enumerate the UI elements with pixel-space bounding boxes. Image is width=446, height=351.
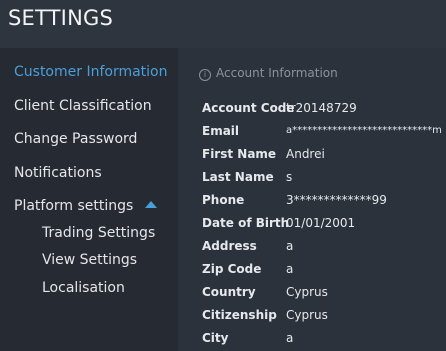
sidebar-item-notifications[interactable]: Notifications xyxy=(14,165,102,181)
field-label: Last Name xyxy=(202,170,274,184)
field-row-first-name: First Name Andrei xyxy=(202,147,446,167)
field-label: Account Code xyxy=(202,101,295,115)
field-value: 3*************99 xyxy=(286,193,387,207)
field-label: Email xyxy=(202,124,240,138)
field-label: Phone xyxy=(202,193,245,207)
field-value: 01/01/2001 xyxy=(286,216,356,230)
field-label: Zip Code xyxy=(202,262,262,276)
field-row-date-of-birth: Date of Birth 01/01/2001 xyxy=(202,216,446,236)
sidebar-item-label: Platform settings xyxy=(14,198,134,214)
field-label: Citizenship xyxy=(202,308,277,322)
field-row-city: City a xyxy=(202,331,446,351)
field-value: a xyxy=(286,331,294,345)
field-value: Cyprus xyxy=(286,285,328,299)
field-value: tr20148729 xyxy=(286,101,357,115)
sidebar-item-change-password[interactable]: Change Password xyxy=(14,131,137,147)
field-label: Country xyxy=(202,285,256,299)
field-row-citizenship: Citizenship Cyprus xyxy=(202,308,446,328)
field-row-email: Email a****************************m xyxy=(202,124,446,144)
field-row-account-code: Account Code tr20148729 xyxy=(202,101,446,121)
field-value: a xyxy=(286,262,294,276)
field-value: Cyprus xyxy=(286,308,328,322)
caret-up-icon xyxy=(145,201,158,208)
sidebar-item-client-classification[interactable]: Client Classification xyxy=(14,98,152,114)
field-row-country: Country Cyprus xyxy=(202,285,446,305)
info-icon: i xyxy=(199,69,211,81)
field-label: Date of Birth xyxy=(202,216,290,230)
main-panel: i Account Information Account Code tr2014… xyxy=(178,48,446,351)
sidebar: Customer Information Client Classificati… xyxy=(0,48,178,351)
field-value: a****************************m xyxy=(286,125,442,136)
sidebar-subitem-view-settings[interactable]: View Settings xyxy=(42,252,137,268)
section-title-text: Account Information xyxy=(216,66,338,80)
sidebar-item-platform-settings[interactable]: Platform settings xyxy=(14,198,158,214)
section-title: i Account Information xyxy=(199,66,338,81)
field-row-phone: Phone 3*************99 xyxy=(202,193,446,213)
sidebar-subitem-localisation[interactable]: Localisation xyxy=(42,280,125,296)
field-label: City xyxy=(202,331,229,345)
page-title: SETTINGS xyxy=(8,6,113,30)
sidebar-subitem-trading-settings[interactable]: Trading Settings xyxy=(42,225,155,241)
sidebar-item-customer-information[interactable]: Customer Information xyxy=(14,64,168,80)
field-value: Andrei xyxy=(286,147,325,161)
field-label: Address xyxy=(202,239,257,253)
header: SETTINGS xyxy=(0,0,446,48)
field-label: First Name xyxy=(202,147,277,161)
field-value: a xyxy=(286,239,294,253)
field-row-last-name: Last Name s xyxy=(202,170,446,190)
field-row-address: Address a xyxy=(202,239,446,259)
field-value: s xyxy=(286,170,293,184)
field-row-zip-code: Zip Code a xyxy=(202,262,446,282)
